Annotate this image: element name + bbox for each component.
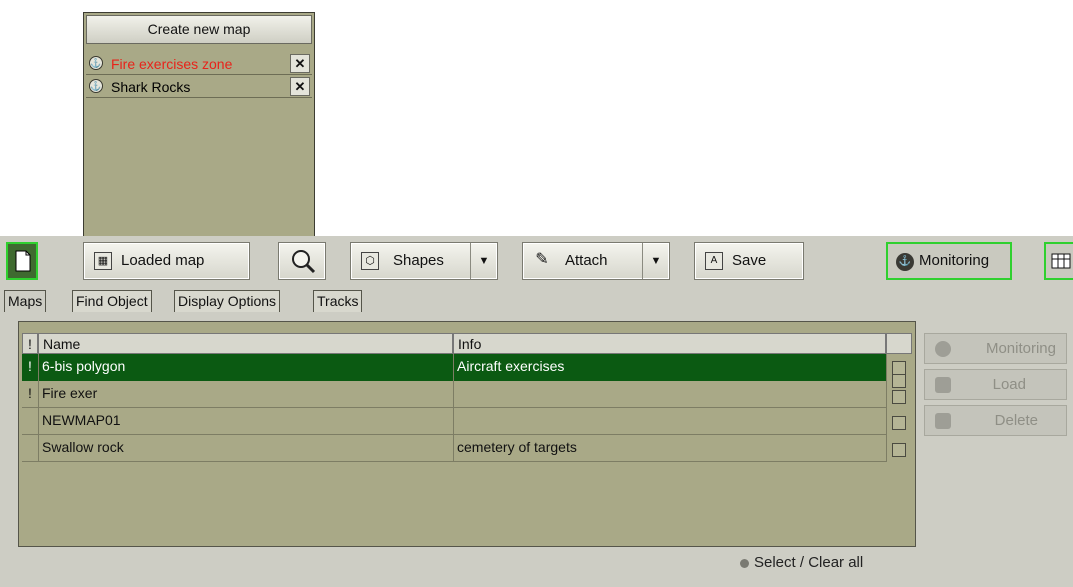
map-list-item[interactable]: ⚓ Fire exercises zone ✕ [86,53,312,75]
table-row[interactable]: Swallow rock cemetery of targets [22,435,886,462]
chevron-down-icon[interactable]: ▼ [470,243,497,279]
row-checkbox[interactable] [892,416,906,430]
column-separator [886,354,887,462]
row-checkbox[interactable] [892,390,906,404]
tab-find-object[interactable]: Find Object [72,290,152,312]
row-name: NEWMAP01 [42,412,121,428]
loaded-map-label: Loaded map [121,252,205,269]
column-header-check[interactable] [886,333,912,354]
new-document-button[interactable] [6,242,38,280]
pen-icon: ✎ [535,251,549,268]
magnifier-icon [292,250,316,274]
anchor-icon: ⚓ [89,56,103,70]
column-header-name[interactable]: Name [38,333,453,354]
row-checkbox[interactable] [892,361,906,375]
grid-view-button[interactable] [1044,242,1073,280]
row-checkbox[interactable] [892,443,906,457]
shapes-button[interactable]: ⬡ Shapes ▼ [350,242,498,280]
load-button[interactable]: Load [924,369,1067,400]
select-clear-all-label: Select / Clear all [754,554,864,571]
anchor-icon [935,341,951,357]
column-header-info[interactable]: Info [453,333,886,354]
tab-tracks[interactable]: Tracks [313,290,363,312]
column-separator [453,354,454,462]
monitoring-toggle-button[interactable]: ⚓ Monitoring [886,242,1012,280]
row-flag: ! [28,358,32,374]
select-clear-all-toggle[interactable]: Select / Clear all [740,554,863,571]
row-name: Swallow rock [42,439,124,455]
row-name: 6-bis polygon [42,358,126,374]
create-new-map-button[interactable]: Create new map [86,15,312,44]
loaded-map-button[interactable]: ▦ Loaded map [83,242,250,280]
close-icon[interactable]: ✕ [290,77,310,96]
column-header-flag[interactable]: ! [22,333,38,354]
attach-label: Attach [565,252,608,269]
delete-label: Delete [994,412,1038,429]
shapes-label: Shapes [393,252,444,269]
row-flag [22,408,38,434]
map-icon: ▦ [94,252,112,270]
loaded-maps-popup: Create new map ⚓ Fire exercises zone ✕ ⚓… [83,12,315,244]
table-row[interactable]: ! 6-bis polygon Aircraft exercises [22,354,886,381]
radio-dot-icon [740,558,749,568]
attach-button[interactable]: ✎ Attach ▼ [522,242,670,280]
delete-button[interactable]: Delete [924,405,1067,436]
floppy-disk-icon: A [705,252,723,270]
tab-maps[interactable]: Maps [4,290,47,312]
map-name: Shark Rocks [111,79,191,95]
load-label: Load [992,376,1026,393]
row-name: Fire exer [42,385,98,401]
map-name: Fire exercises zone [111,56,233,72]
row-info: cemetery of targets [457,439,577,455]
chevron-down-icon[interactable]: ▼ [642,243,669,279]
search-map-button[interactable] [278,242,326,280]
monitoring-button[interactable]: Monitoring [924,333,1067,364]
tab-display-options[interactable]: Display Options [174,290,281,312]
close-icon[interactable]: ✕ [290,54,310,73]
row-checkbox[interactable] [892,374,906,388]
column-separator [38,354,39,462]
monitoring-label: Monitoring [919,252,990,269]
grid-icon [1051,253,1071,269]
table-row[interactable]: ! Fire exer [22,381,886,408]
delete-map-icon [935,413,951,429]
row-flag [22,435,38,461]
save-label: Save [732,252,767,269]
save-button[interactable]: A Save [694,242,804,280]
load-map-icon [935,377,951,393]
monitoring-side-label: Monitoring [985,340,1056,357]
table-row[interactable]: NEWMAP01 [22,408,886,435]
row-info: Aircraft exercises [457,358,565,374]
row-flag: ! [28,385,32,401]
new-document-icon [15,250,31,272]
map-list-item[interactable]: ⚓ Shark Rocks ✕ [86,76,312,98]
shapes-icon: ⬡ [361,252,379,270]
anchor-icon: ⚓ [89,79,103,93]
anchor-icon: ⚓ [896,253,914,271]
